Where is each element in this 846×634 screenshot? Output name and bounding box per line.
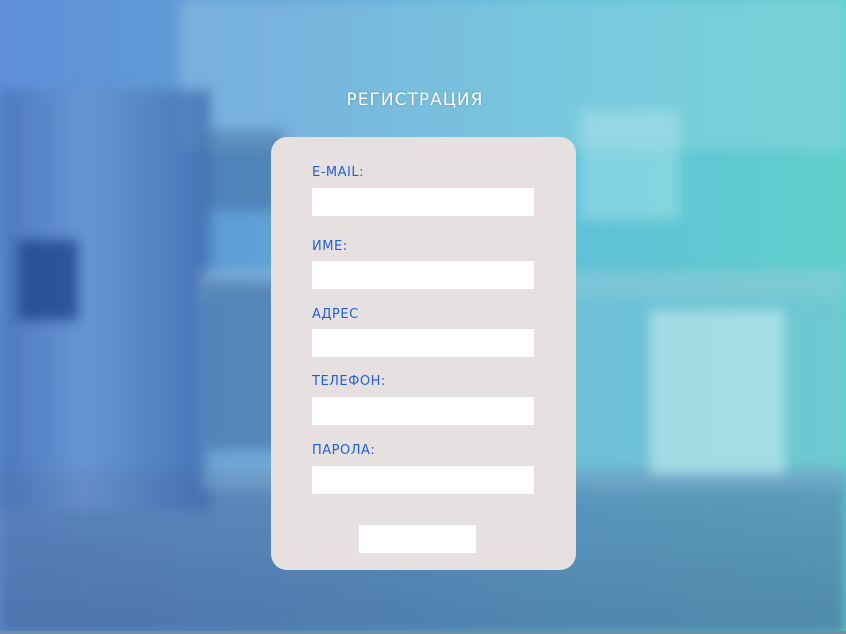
background-window [580,110,680,220]
email-label: E-MAIL: [312,165,364,180]
background-fridge-panel [18,240,78,320]
address-field[interactable] [312,329,534,357]
name-field[interactable] [312,261,534,289]
registration-form: E-MAIL: ИМЕ: АДРЕС ТЕЛЕФОН: ПАРОЛА: [271,137,576,570]
address-label: АДРЕС [312,307,359,322]
background-dishwasher [650,310,785,475]
email-field[interactable] [312,188,534,216]
phone-field[interactable] [312,397,534,425]
password-field[interactable] [312,466,534,494]
name-label: ИМЕ: [312,239,348,254]
background-upper-cabinets [180,0,846,150]
password-label: ПАРОЛА: [312,443,376,458]
submit-button[interactable] [359,525,476,553]
page-title: РЕГИСТРАЦИЯ [346,90,484,110]
phone-label: ТЕЛЕФОН: [312,374,386,389]
